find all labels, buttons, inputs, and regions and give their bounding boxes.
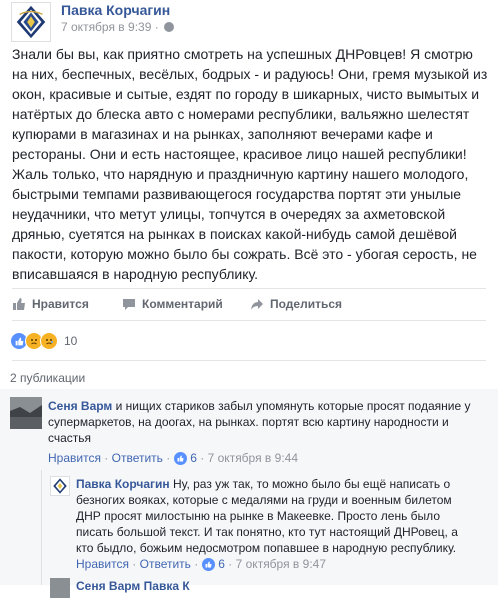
globe-icon — [164, 22, 175, 32]
reply-like-link[interactable]: Нравится — [76, 557, 129, 571]
reactions-summary[interactable]: 10 — [10, 332, 77, 350]
like-icon — [202, 557, 216, 571]
shares-count[interactable]: 2 публикации — [10, 371, 85, 385]
divider — [12, 320, 486, 321]
comment-icon — [123, 299, 135, 310]
comment-reply-link[interactable]: Ответить — [112, 451, 163, 465]
emblem-icon — [16, 5, 46, 39]
author-avatar[interactable] — [11, 2, 51, 42]
reply-time[interactable]: 7 октября в 9:47 — [236, 557, 326, 571]
like-label: Нравится — [32, 297, 89, 311]
divider — [12, 360, 486, 361]
sad-icon — [40, 332, 58, 350]
reply-thread-line — [41, 470, 42, 585]
comment-meta: Нравится · Ответить · 6 · 7 октября в 9:… — [48, 451, 298, 465]
post-body: Знали бы вы, как приятно смотреть на усп… — [12, 46, 488, 282]
next-commenter-avatar[interactable] — [50, 578, 70, 598]
reply-like-count[interactable]: 6 — [218, 557, 225, 571]
like-icon — [174, 451, 188, 465]
comment-time[interactable]: 7 октября в 9:44 — [208, 451, 298, 465]
reply-author[interactable]: Павка Корчагин — [76, 477, 170, 491]
comment-body: Сеня Варм и нищих стариков забыл упомяну… — [48, 398, 488, 446]
share-label: Поделиться — [270, 297, 343, 311]
avatar — [10, 397, 42, 429]
reply-body: Павка Корчагин Ну, раз уж так, то можно … — [76, 476, 476, 556]
facebook-post: Павка Корчагин 7 октября в 9:39 · Знали … — [0, 0, 498, 598]
like-button[interactable]: Нравится — [12, 297, 89, 311]
reactions-count: 10 — [64, 334, 78, 348]
share-button[interactable]: Поделиться — [250, 297, 342, 311]
comment-button[interactable]: Комментарий — [122, 297, 223, 311]
reply-author-avatar[interactable] — [50, 476, 70, 496]
comment-author[interactable]: Сеня Варм — [48, 399, 112, 413]
comment-like-count[interactable]: 6 — [190, 451, 197, 465]
post-timestamp-text[interactable]: 7 октября в 9:39 · — [61, 20, 159, 34]
commenter-avatar[interactable] — [10, 397, 42, 429]
emblem-icon — [53, 478, 67, 494]
divider — [12, 288, 486, 289]
comment-text: и нищих стариков забыл упомянуть которые… — [48, 399, 471, 445]
reply-meta: Нравится · Ответить · 6 · 7 октября в 9:… — [76, 557, 326, 571]
post-author-name[interactable]: Павка Корчагин — [61, 2, 170, 18]
comment-like-link[interactable]: Нравится — [48, 451, 101, 465]
share-icon — [251, 299, 263, 310]
post-actions-bar: Нравится Комментарий Поделиться — [12, 290, 486, 320]
comment-label: Комментарий — [142, 297, 223, 311]
post-timestamp[interactable]: 7 октября в 9:39 · — [61, 20, 175, 34]
reply-reply-link[interactable]: Ответить — [140, 557, 191, 571]
thumbs-up-icon — [13, 298, 25, 310]
partial-comment[interactable]: Сеня Варм Павка К — [76, 578, 476, 594]
